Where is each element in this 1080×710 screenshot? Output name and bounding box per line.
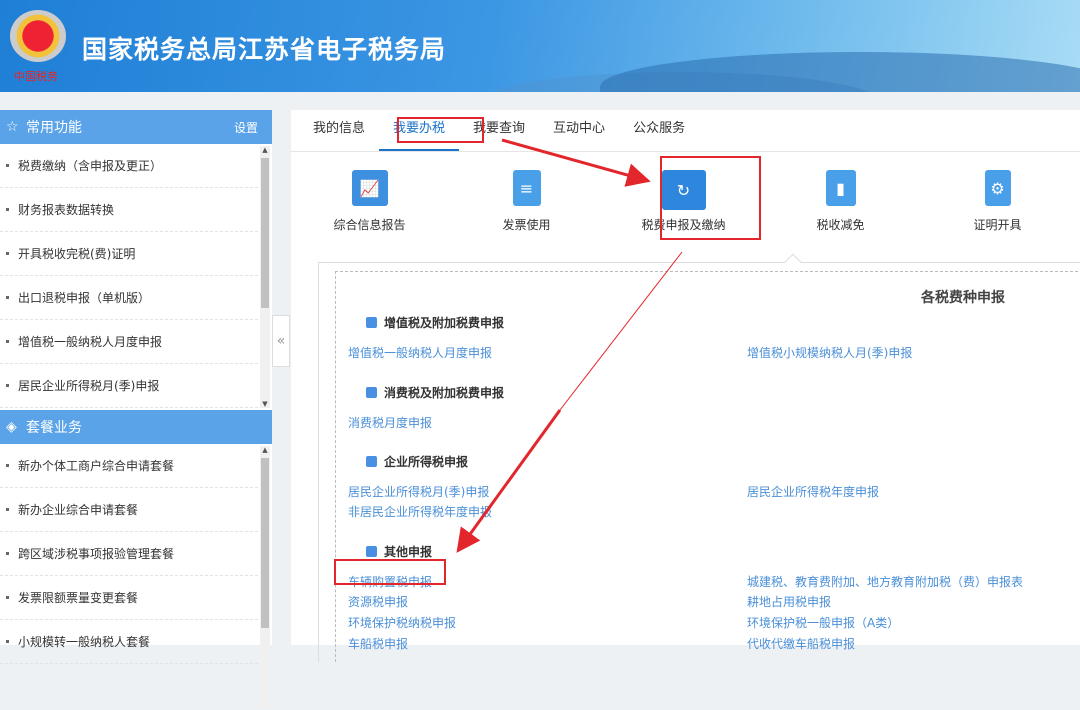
money-bag-icon (366, 387, 377, 398)
layers-icon: ◈ (6, 419, 17, 435)
site-title: 国家税务总局江苏省电子税务局 (82, 35, 447, 64)
sidebar-item[interactable]: 税费缴纳（含申报及更正） (0, 144, 258, 188)
link[interactable]: 增值税小规模纳税人月(季)申报 (747, 344, 912, 361)
building-icon (366, 456, 377, 467)
document-icon: ≡ (512, 170, 541, 206)
highlight-box (397, 117, 484, 143)
sidebar-item[interactable]: 财务报表数据转换 (0, 188, 258, 232)
group-vat: 增值税及附加税费申报 (366, 314, 504, 331)
icon-label: 证明开具 (973, 218, 1022, 232)
packages-title: 套餐业务 (26, 420, 82, 436)
icon-label: 税收减免 (816, 218, 865, 232)
link[interactable]: 代收代缴车船税申报 (747, 635, 855, 652)
tab-public-service[interactable]: 公众服务 (619, 109, 699, 151)
packages-list: 新办个体工商户综合申请套餐 新办企业综合申请套餐 跨区域涉税事项报验管理套餐 发… (0, 444, 272, 710)
declaration-panel: 各税费种申报 增值税及附加税费申报 增值税一般纳税人月度申报 增值税小规模纳税人… (318, 253, 1080, 662)
icon-label: 综合信息报告 (333, 218, 406, 232)
link[interactable]: 耕地占用税申报 (747, 593, 831, 610)
common-functions-list: 税费缴纳（含申报及更正） 财务报表数据转换 开具税收完税(费)证明 出口退税申报… (0, 144, 272, 410)
packages-header: ◈ 套餐业务 (0, 410, 272, 444)
panel-title: 各税费种申报 (921, 290, 1005, 306)
comprehensive-report-item[interactable]: 📈 综合信息报告 (291, 170, 448, 262)
certificate-icon: ⚙ (984, 170, 1011, 206)
tax-seal-text: 中国税务 (14, 70, 58, 83)
link[interactable]: 环境保护税一般申报（A类） (747, 614, 899, 631)
link[interactable]: 车船税申报 (348, 635, 408, 652)
group-enterprise-income: 企业所得税申报 (366, 453, 468, 470)
common-functions-header: ☆ 常用功能 设置 (0, 110, 272, 144)
sidebar-item[interactable]: 新办个体工商户综合申请套餐 (0, 444, 258, 488)
tab-my-info[interactable]: 我的信息 (299, 109, 379, 151)
link[interactable]: 居民企业所得税年度申报 (747, 483, 879, 500)
sidebar-item[interactable]: 居民企业所得税月(季)申报 (0, 364, 258, 408)
link[interactable]: 增值税一般纳税人月度申报 (348, 344, 492, 361)
highlight-box (660, 156, 761, 240)
highlight-box (334, 559, 446, 585)
site-header: 中国税务 国家税务总局江苏省电子税务局 (0, 0, 1080, 92)
sidebar-item[interactable]: 小规模转一般纳税人套餐 (0, 620, 258, 664)
national-emblem-logo (10, 10, 66, 62)
common-functions-title: 常用功能 (26, 120, 82, 136)
collapse-sidebar-button[interactable]: « (272, 315, 290, 367)
tax-relief-item[interactable]: ▮ 税收减免 (762, 170, 919, 262)
sidebar-item[interactable]: 出口退税申报（单机版） (0, 276, 258, 320)
link[interactable]: 城建税、教育费附加、地方教育附加税（费）申报表 (747, 573, 1023, 590)
bar-chart-icon: ▮ (825, 170, 856, 206)
settings-link[interactable]: 设置 (234, 119, 258, 136)
group-other: 其他申报 (366, 543, 432, 560)
sidebar-item[interactable]: 开具税收完税(费)证明 (0, 232, 258, 276)
sidebar-item[interactable]: 新办企业综合申请套餐 (0, 488, 258, 532)
star-icon: ☆ (6, 119, 19, 135)
sidebar-item[interactable]: 增值税一般纳税人月度申报 (0, 320, 258, 364)
grid-icon (366, 546, 377, 557)
invoice-use-item[interactable]: ≡ 发票使用 (448, 170, 605, 262)
sidebar: ☆ 常用功能 设置 税费缴纳（含申报及更正） 财务报表数据转换 开具税收完税(费… (0, 110, 272, 708)
icon-label: 发票使用 (502, 218, 551, 232)
monitor-chart-icon: 📈 (351, 170, 388, 206)
link[interactable]: 环境保护税纳税申报 (348, 614, 456, 631)
link[interactable]: 资源税申报 (348, 593, 408, 610)
link[interactable]: 非居民企业所得税年度申报 (348, 503, 492, 520)
edit-icon (366, 317, 377, 328)
scrollbar[interactable]: ▲ (260, 446, 270, 708)
sidebar-item[interactable]: 发票限额票量变更套餐 (0, 576, 258, 620)
tab-interaction[interactable]: 互动中心 (539, 109, 619, 151)
link[interactable]: 居民企业所得税月(季)申报 (348, 483, 489, 500)
sidebar-item[interactable]: 跨区域涉税事项报验管理套餐 (0, 532, 258, 576)
group-consumption: 消费税及附加税费申报 (366, 384, 504, 401)
link[interactable]: 消费税月度申报 (348, 414, 432, 431)
scrollbar[interactable]: ▲ ▼ (260, 146, 270, 408)
certificate-item[interactable]: ⚙ 证明开具 (919, 170, 1076, 262)
